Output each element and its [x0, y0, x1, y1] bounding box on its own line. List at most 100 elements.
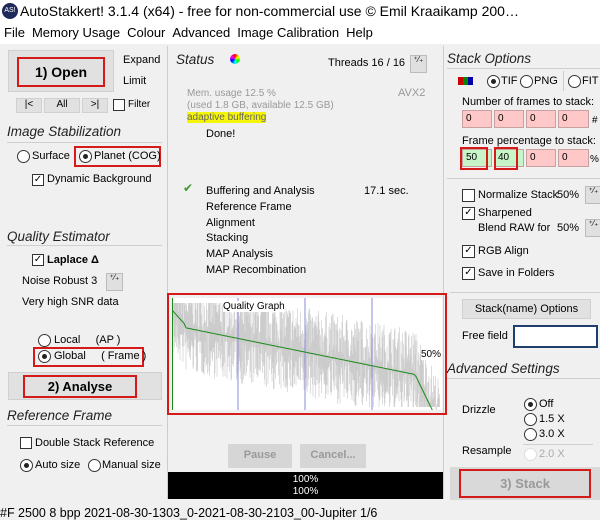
fit-radio[interactable] — [568, 75, 581, 88]
normalize-value: 50% — [557, 189, 580, 201]
rgb-icon — [458, 77, 473, 85]
drizzle-radio[interactable] — [524, 413, 537, 426]
all-frames-button[interactable]: All — [44, 98, 80, 113]
normalize-spinner[interactable]: ⁺⁄₊ — [585, 186, 600, 204]
step-label: Stacking — [206, 232, 249, 245]
manual-size-radio[interactable] — [88, 459, 101, 472]
open-button[interactable]: 1) Open — [17, 57, 105, 87]
image-stabilization-heading: Image Stabilization — [7, 124, 122, 139]
planet-label: Planet (COG) — [94, 150, 161, 162]
window-title: AutoStakkert! 3.1.4 (x64) - free for non… — [20, 3, 519, 19]
sharpened-label: Sharpened — [478, 207, 532, 219]
divider — [563, 71, 564, 91]
filter-checkbox[interactable] — [113, 99, 125, 111]
buffering-mode: adaptive buffering — [187, 112, 267, 123]
drizzle-option: Off — [539, 398, 554, 410]
double-stack-checkbox[interactable] — [20, 437, 32, 449]
stack-button[interactable]: 3) Stack — [459, 469, 591, 498]
fit-label: FIT — [582, 75, 599, 87]
menu-bar: File Memory Usage Colour Advanced Image Cali… — [0, 22, 600, 44]
local-label: Local (AP ) — [54, 334, 121, 346]
drizzle-radio[interactable] — [524, 398, 537, 411]
menu-memory-usage[interactable]: Memory Usage — [32, 25, 120, 40]
global-radio[interactable] — [38, 350, 51, 363]
local-radio[interactable] — [38, 334, 51, 347]
progress-text-2: 100% — [292, 486, 319, 497]
resample-radio[interactable] — [524, 448, 537, 461]
divider — [7, 425, 162, 426]
pct-field[interactable]: 0 — [526, 149, 556, 167]
limit-label[interactable]: Limit — [123, 75, 146, 87]
menu-help[interactable]: Help — [346, 25, 373, 40]
done-label: Done! — [206, 128, 236, 140]
mem-used: (used 1.8 GB, available 12.5 GB) — [187, 100, 334, 111]
surface-label: Surface — [32, 150, 70, 162]
stack-options-heading: Stack Options — [447, 51, 532, 66]
divider — [447, 378, 600, 379]
progress-text-1: 100% — [292, 474, 319, 485]
analyse-button[interactable]: 2) Analyse — [23, 375, 137, 398]
normalize-checkbox[interactable] — [462, 189, 475, 202]
menu-file[interactable]: File — [4, 25, 25, 40]
rgb-align-checkbox[interactable]: ✓ — [462, 245, 475, 258]
last-frame-button[interactable]: >| — [82, 98, 108, 113]
divider — [447, 68, 600, 69]
sharpened-checkbox[interactable]: ✓ — [462, 207, 475, 220]
blend-spinner[interactable]: ⁺⁄₊ — [585, 219, 600, 237]
noise-robust-spinner[interactable]: ⁺⁄₊ — [106, 273, 123, 291]
step-label: MAP Recombination — [206, 264, 307, 276]
avx-label: AVX2 — [398, 87, 426, 99]
save-folders-label: Save in Folders — [478, 267, 555, 279]
first-frame-button[interactable]: |< — [16, 98, 42, 113]
step-label: Reference Frame — [206, 200, 292, 213]
menu-advanced[interactable]: Advanced — [172, 25, 230, 40]
num-frames-field[interactable]: 0 — [462, 110, 492, 128]
title-bar: AS! AutoStakkert! 3.1.4 (x64) - free for… — [0, 0, 600, 22]
pct-field[interactable]: 0 — [558, 149, 589, 167]
global-label: Global ( Frame ) — [54, 350, 147, 362]
filter-label: Filter — [128, 99, 151, 110]
divider — [523, 444, 593, 445]
cancel-button[interactable]: Cancel... — [300, 444, 366, 468]
dynamic-background-checkbox[interactable]: ✓ — [32, 174, 44, 186]
divider — [450, 292, 600, 293]
png-label: PNG — [534, 75, 558, 87]
threads-spinner[interactable]: ⁺⁄₊ — [410, 55, 427, 73]
blend-label: Blend RAW for — [478, 222, 551, 234]
divider — [7, 245, 162, 246]
resample-label: Resample — [462, 445, 512, 457]
free-field-input[interactable] — [513, 325, 598, 348]
num-unit: # — [592, 115, 598, 126]
quality-graph-title: Quality Graph — [223, 301, 285, 312]
color-wheel-icon — [230, 54, 240, 64]
pause-button[interactable]: Pause — [228, 444, 292, 468]
pct-highlight-1 — [460, 147, 488, 170]
drizzle-label: Drizzle — [462, 404, 496, 416]
save-folders-checkbox[interactable]: ✓ — [462, 267, 475, 280]
step-label: MAP Analysis — [206, 248, 274, 261]
dynamic-background-label: Dynamic Background — [47, 173, 152, 185]
mem-usage: Mem. usage 12.5 % — [187, 88, 276, 99]
menu-image-calibration[interactable]: Image Calibration — [237, 25, 339, 40]
num-frames-field[interactable]: 0 — [526, 110, 556, 128]
planet-radio[interactable] — [79, 150, 92, 163]
laplace-checkbox[interactable]: ✓ — [32, 254, 44, 266]
num-frames-field[interactable]: 0 — [558, 110, 589, 128]
rgb-align-label: RGB Align — [478, 245, 529, 257]
normalize-label: Normalize Stack — [478, 189, 559, 201]
noise-robust-label: Noise Robust 3 — [22, 275, 98, 287]
menu-colour[interactable]: Colour — [127, 25, 165, 40]
resample-option: 2.0 X — [539, 448, 565, 460]
num-frames-field[interactable]: 0 — [494, 110, 524, 128]
tif-radio[interactable] — [487, 75, 500, 88]
stack-name-options-button[interactable]: Stack(name) Options — [462, 299, 591, 319]
drizzle-option: 3.0 X — [539, 428, 565, 440]
png-radio[interactable] — [520, 75, 533, 88]
surface-radio[interactable] — [17, 150, 30, 163]
step-label: Buffering and Analysis — [206, 185, 315, 197]
drizzle-radio[interactable] — [524, 428, 537, 441]
auto-size-radio[interactable] — [20, 459, 33, 472]
check-icon: ✔ — [183, 181, 194, 195]
quality-estimator-heading: Quality Estimator — [7, 229, 110, 244]
expand-label[interactable]: Expand — [123, 54, 160, 66]
